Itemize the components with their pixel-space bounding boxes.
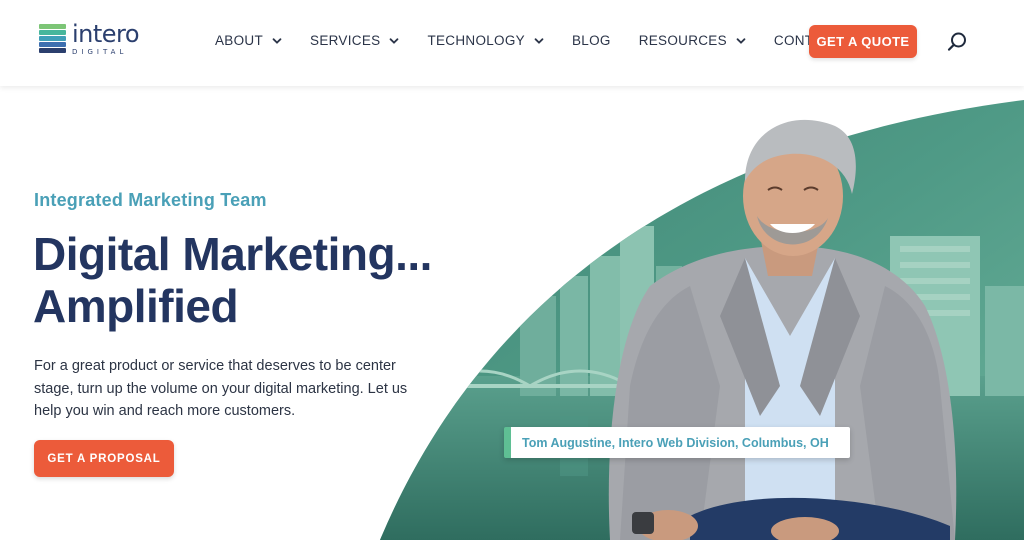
logo-subtitle: DIGITAL (72, 48, 128, 56)
headline-line-2: Amplified (33, 280, 239, 332)
nav-item-resources[interactable]: RESOURCES (639, 33, 746, 48)
get-a-quote-button[interactable]: GET A QUOTE (809, 25, 917, 58)
main-nav: ABOUT SERVICES TECHNOLOGY BLOG RESOURCES… (215, 33, 891, 48)
hero-body-text: For a great product or service that dese… (34, 358, 408, 419)
logo-wordmark: intero (72, 20, 140, 48)
hero-eyebrow: Integrated Marketing Team (34, 190, 267, 210)
search-icon[interactable] (946, 31, 968, 53)
headline-line-1: Digital Marketing... (33, 228, 432, 280)
nav-item-label: RESOURCES (638, 33, 727, 48)
nav-item-label: ABOUT (215, 33, 264, 48)
hero-headline: Digital Marketing... Amplified (33, 228, 553, 332)
logo-stripes-icon (39, 24, 66, 56)
nav-item-label: BLOG (571, 33, 611, 48)
photo-caption: Tom Augustine, Intero Web Division, Colu… (504, 427, 850, 458)
chevron-down-icon (272, 37, 282, 44)
nav-item-services[interactable]: SERVICES (310, 33, 399, 48)
chevron-down-icon (534, 37, 544, 44)
chevron-down-icon (736, 37, 746, 44)
site-header: intero DIGITAL ABOUT SERVICES TECHNOLOGY… (0, 0, 1024, 86)
nav-item-label: TECHNOLOGY (427, 33, 525, 48)
intero-digital-logo[interactable]: intero DIGITAL (39, 22, 149, 60)
nav-item-about[interactable]: ABOUT (215, 33, 282, 48)
nav-item-technology[interactable]: TECHNOLOGY (427, 33, 544, 48)
nav-item-label: SERVICES (310, 33, 381, 48)
get-a-proposal-button[interactable]: GET A PROPOSAL (34, 440, 174, 477)
chevron-down-icon (390, 37, 399, 44)
nav-item-blog[interactable]: BLOG (572, 33, 611, 48)
